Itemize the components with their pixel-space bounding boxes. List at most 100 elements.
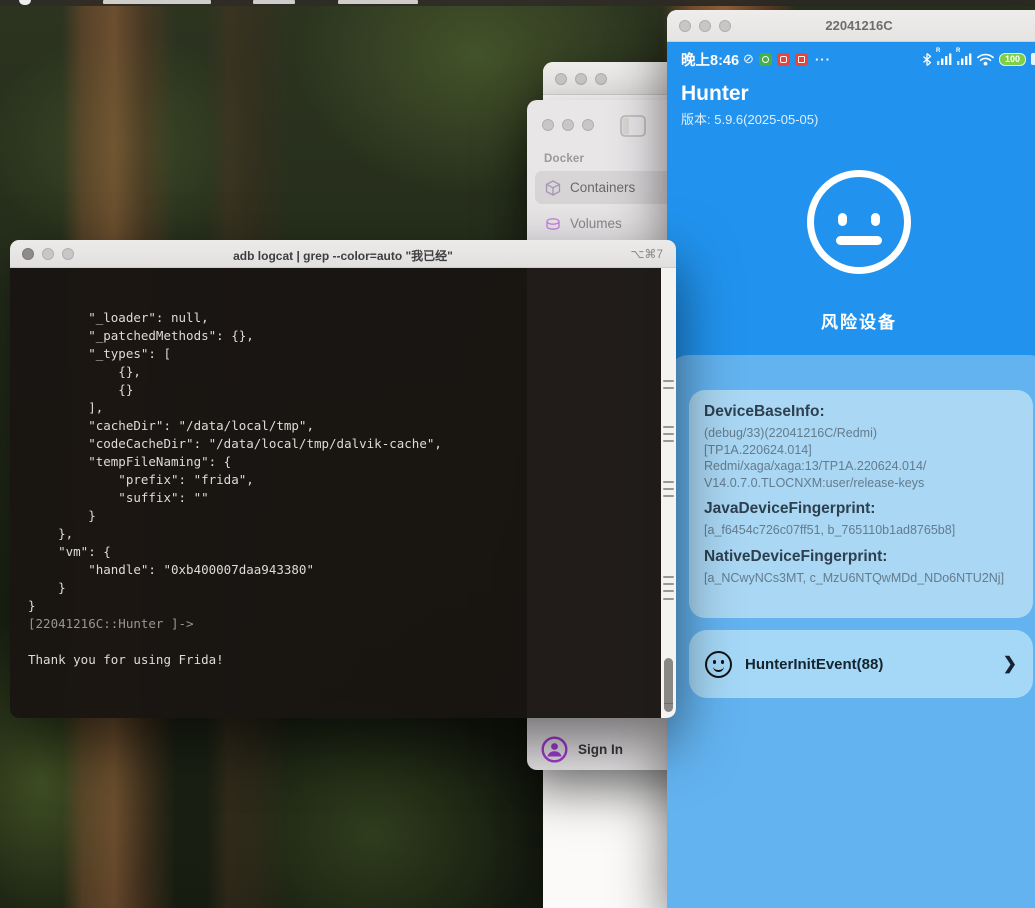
terminal-line: "tempFileNaming": { (28, 453, 654, 471)
phone-screen: 晚上8:46 ⊘ ··· R (667, 42, 1035, 908)
menubar-text-remnant (253, 0, 295, 4)
happy-face-icon (705, 651, 732, 678)
scroll-mark (663, 576, 674, 578)
clock: 晚上8:46 (681, 49, 739, 70)
terminal-line: [22041216C::Hunter ]-> (28, 615, 654, 633)
app-header: Hunter 版本: 5.9.6(2025-05-05) (681, 82, 818, 128)
apple-logo-icon[interactable] (19, 0, 31, 5)
terminal-line: "vm": { (28, 543, 654, 561)
wifi-icon (977, 53, 994, 66)
minimize-button[interactable] (42, 248, 54, 260)
device-info-heading: DeviceBaseInfo: (704, 403, 1018, 421)
scrollbar-thumb[interactable] (664, 658, 673, 712)
sign-in-button[interactable]: Sign In (541, 736, 623, 763)
minimize-button[interactable] (562, 119, 574, 131)
notification-app-icon (795, 53, 808, 66)
mute-icon: ⊘ (743, 51, 754, 67)
terminal-window: adb logcat | grep --color=auto "我已经" ⌥⌘7… (10, 240, 676, 718)
phone-status-bar: 晚上8:46 ⊘ ··· R (667, 42, 1035, 76)
device-info-value: (debug/33)(22041216C/Redmi) (704, 425, 1018, 442)
device-info-value: [TP1A.220624.014] (704, 442, 1018, 459)
scroll-mark (663, 495, 674, 497)
terminal-tab-shortcut: ⌥⌘7 (630, 247, 663, 261)
terminal-text: "_loader": null, "_patchedMethods": {}, … (28, 273, 654, 718)
notification-app-icon (777, 53, 790, 66)
device-info-heading: JavaDeviceFingerprint: (704, 500, 1018, 518)
sidebar-item-containers[interactable]: Containers (535, 171, 685, 204)
terminal-line: "codeCacheDir": "/data/local/tmp/dalvik-… (28, 435, 654, 453)
menu-bar (0, 0, 1035, 6)
app-title: Hunter (681, 82, 818, 106)
sidebar-item-label: Volumes (570, 216, 622, 231)
scroll-mark (663, 440, 674, 442)
scroll-mark (663, 380, 674, 382)
terminal-line: "suffix": "" (28, 489, 654, 507)
terminal-line: }, (28, 525, 654, 543)
terminal-line: "_patchedMethods": {}, (28, 327, 654, 345)
cube-icon (545, 180, 561, 196)
terminal-line: } (28, 597, 654, 615)
more-notifications-icon: ··· (815, 52, 831, 67)
device-info-value: Redmi/xaga/xaga:13/TP1A.220624.014/ (704, 458, 1018, 475)
terminal-line: "handle": "0xb400007daa943380" (28, 561, 654, 579)
terminal-body[interactable]: "_loader": null, "_patchedMethods": {}, … (10, 268, 676, 718)
close-button[interactable] (555, 73, 567, 85)
terminal-scrollbar[interactable] (661, 268, 676, 718)
bluetooth-icon (922, 53, 932, 66)
risk-face-icon (807, 170, 911, 274)
device-info-heading: NativeDeviceFingerprint: (704, 548, 1018, 566)
minimize-button[interactable] (575, 73, 587, 85)
scroll-mark (663, 583, 674, 585)
terminal-scrollback: "_loader": null, "_patchedMethods": {}, … (28, 309, 654, 669)
terminal-line: "_types": [ (28, 345, 654, 363)
chevron-right-icon: ❯ (1003, 654, 1017, 674)
risk-status-label: 风险设备 (667, 308, 1035, 333)
scroll-mark (663, 488, 674, 490)
device-info-value: V14.0.7.0.TLOCNXM:user/release-keys (704, 475, 1018, 492)
desktop: Docker Containers Volumes Sign In (0, 0, 1035, 908)
close-button[interactable] (542, 119, 554, 131)
sidebar-item-label: Containers (570, 180, 635, 195)
list-item-label: HunterInitEvent(88) (745, 656, 883, 673)
notification-app-icon (759, 53, 772, 66)
volume-icon (545, 217, 561, 231)
menubar-text-remnant (103, 0, 211, 4)
close-button[interactable] (22, 248, 34, 260)
terminal-line (28, 633, 654, 651)
scroll-mark (663, 387, 674, 389)
sidebar-toggle-icon[interactable] (620, 115, 646, 137)
battery-indicator: 100 (999, 53, 1026, 66)
device-info-card: DeviceBaseInfo: (debug/33)(22041216C/Redm… (689, 390, 1033, 618)
results-panel: DeviceBaseInfo: (debug/33)(22041216C/Redm… (667, 355, 1035, 908)
scroll-mark (663, 433, 674, 435)
terminal-line: "_loader": null, (28, 309, 654, 327)
scroll-mark (663, 598, 674, 600)
terminal-line: {} (28, 381, 654, 399)
clipped-status-icon (1031, 53, 1035, 65)
scroll-mark (663, 426, 674, 428)
phone-window-titlebar[interactable]: 22041216C (667, 10, 1035, 42)
device-info-value: [a_f6454c726c07ff51, b_765110b1ad8765b8] (704, 522, 1018, 539)
app-version: 版本: 5.9.6(2025-05-05) (681, 109, 818, 128)
sign-in-label: Sign In (578, 742, 623, 757)
phone-mirror-window: 22041216C 晚上8:46 ⊘ ··· R (667, 10, 1035, 908)
zoom-button[interactable] (582, 119, 594, 131)
terminal-line: "cacheDir": "/data/local/tmp", (28, 417, 654, 435)
zoom-button[interactable] (595, 73, 607, 85)
docker-sidebar-section-label: Docker (544, 153, 584, 165)
terminal-line: } (28, 579, 654, 597)
cellular-signal-icon: R (937, 53, 952, 65)
terminal-title: adb logcat | grep --color=auto "我已经" (70, 247, 616, 264)
device-info-value: [a_NCwyNCs3MT, c_MzU6NTQwMDd_NDo6NTU2Nj] (704, 570, 1018, 587)
terminal-line: ], (28, 399, 654, 417)
scroll-mark (663, 590, 674, 592)
menubar-text-remnant (338, 0, 418, 4)
terminal-line: {}, (28, 363, 654, 381)
terminal-line: } (28, 507, 654, 525)
sidebar-item-volumes[interactable]: Volumes (535, 207, 685, 240)
scroll-mark (663, 481, 674, 483)
cellular-signal-icon: R (957, 53, 972, 65)
terminal-line: "prefix": "frida", (28, 471, 654, 489)
terminal-titlebar[interactable]: adb logcat | grep --color=auto "我已经" ⌥⌘7 (10, 240, 676, 268)
list-item-hunter-init-event[interactable]: HunterInitEvent(88) ❯ (689, 630, 1033, 698)
